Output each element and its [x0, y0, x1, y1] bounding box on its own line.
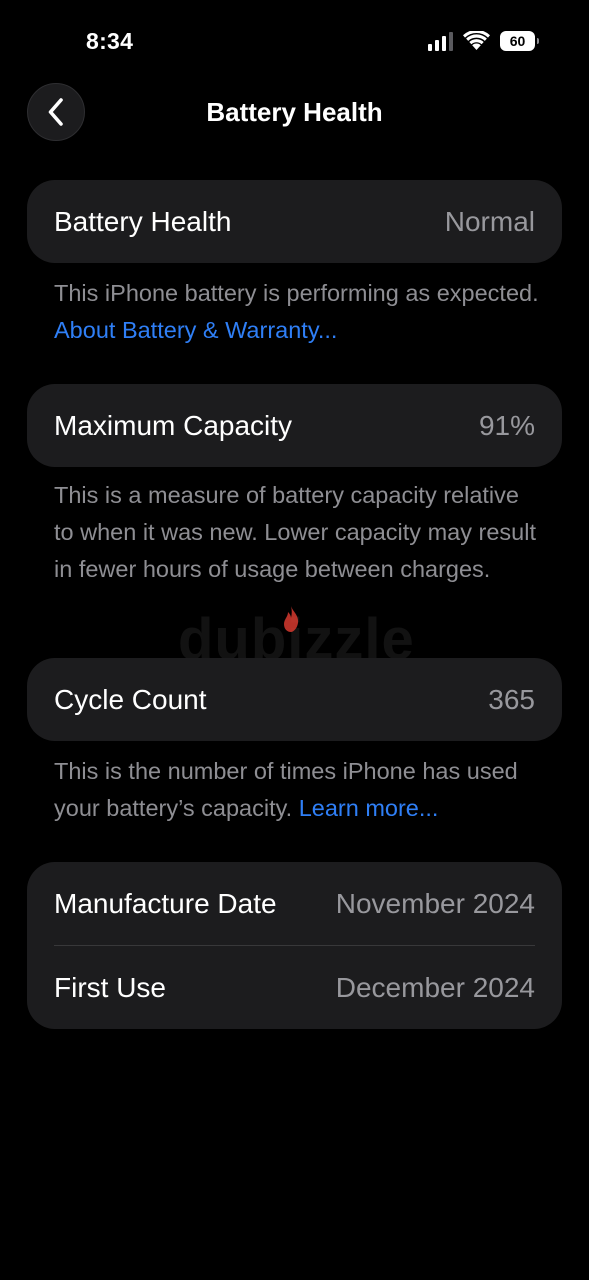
battery-icon: 60 — [500, 31, 539, 51]
manufacture-date-label: Manufacture Date — [54, 887, 277, 919]
battery-health-label: Battery Health — [54, 205, 232, 237]
learn-more-link[interactable]: Learn more... — [299, 795, 439, 821]
cycle-count-label: Cycle Count — [54, 683, 207, 715]
maximum-capacity-row: Maximum Capacity 91% — [27, 384, 562, 467]
first-use-value: December 2024 — [335, 971, 535, 1003]
status-icons: 60 — [428, 31, 539, 51]
status-time: 8:34 — [86, 28, 134, 54]
wifi-icon — [463, 31, 490, 50]
cellular-signal-icon — [428, 31, 453, 51]
first-use-row: First Use December 2024 — [27, 946, 562, 1029]
battery-level: 60 — [509, 33, 526, 49]
battery-health-note-text: This iPhone battery is performing as exp… — [54, 280, 539, 306]
flame-logo-icon — [284, 606, 299, 632]
manufacture-date-row: Manufacture Date November 2024 — [27, 862, 562, 945]
maximum-capacity-value: 91% — [478, 409, 535, 441]
maximum-capacity-label: Maximum Capacity — [54, 409, 293, 441]
cycle-count-card: Cycle Count 365 — [27, 658, 562, 741]
cycle-count-note: This is the number of times iPhone has u… — [54, 753, 544, 827]
about-battery-warranty-link[interactable]: About Battery & Warranty... — [54, 317, 337, 343]
maximum-capacity-note: This is a measure of battery capacity re… — [54, 482, 536, 582]
battery-health-row: Battery Health Normal — [27, 180, 562, 263]
maximum-capacity-card: Maximum Capacity 91% — [27, 384, 562, 467]
cycle-count-row: Cycle Count 365 — [27, 658, 562, 741]
battery-health-note: This iPhone battery is performing as exp… — [54, 275, 544, 349]
cycle-count-value: 365 — [488, 683, 535, 715]
battery-health-card: Battery Health Normal — [27, 180, 562, 263]
cycle-count-note-text: This is the number of times iPhone has u… — [54, 758, 518, 821]
first-use-label: First Use — [54, 971, 166, 1003]
manufacture-date-value: November 2024 — [335, 887, 535, 919]
battery-health-value: Normal — [444, 205, 535, 237]
page-title: Battery Health — [206, 97, 383, 127]
battery-dates-card: Manufacture Date November 2024 First Use… — [27, 862, 562, 1029]
